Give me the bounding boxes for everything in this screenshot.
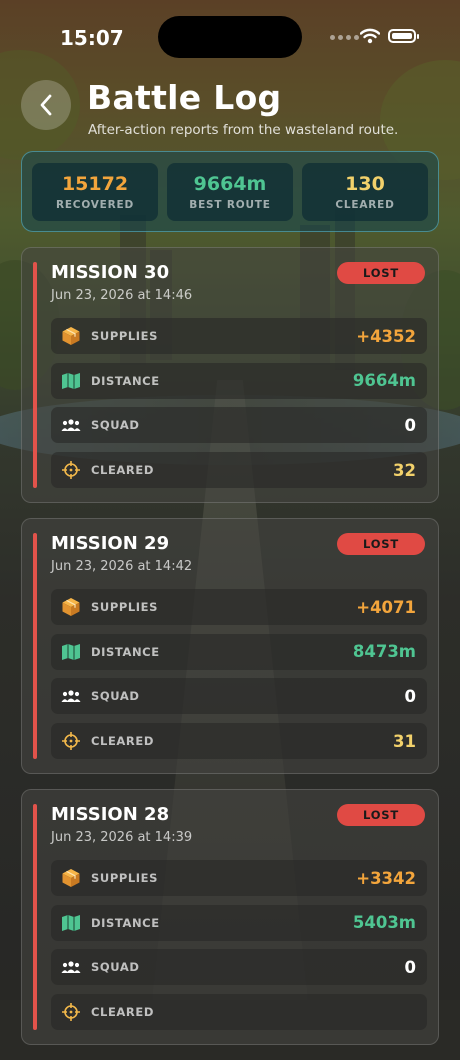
summary-label: CLEARED (335, 199, 395, 211)
stat-label: DISTANCE (91, 644, 160, 659)
summary-label: BEST ROUTE (189, 199, 271, 211)
stat-value: +4071 (356, 597, 416, 617)
stat-row-distance: DISTANCE 9664m (51, 362, 427, 399)
stat-row-supplies: SUPPLIES +3342 (51, 860, 427, 896)
stat-label: SUPPLIES (91, 871, 159, 885)
crosshair-icon (60, 459, 82, 481)
summary-cleared: 130 CLEARED (302, 163, 428, 221)
page-subtitle: After-action reports from the wasteland … (88, 122, 399, 138)
mission-name: MISSION 30 (51, 262, 170, 283)
mission-date: Jun 23, 2026 at 14:39 (51, 830, 193, 845)
stat-label: DISTANCE (91, 373, 160, 388)
summary-value: 9664m (193, 173, 267, 195)
stat-row-distance: DISTANCE 5403m (51, 904, 427, 941)
supplies-box-icon (60, 867, 82, 889)
squad-icon (60, 414, 82, 436)
map-icon (60, 912, 82, 934)
battery-icon (388, 29, 419, 43)
stat-label: SQUAD (91, 689, 140, 704)
result-accent-bar (33, 262, 37, 488)
summary-recovered: 15172 RECOVERED (32, 163, 158, 221)
stat-value: 0 (404, 957, 416, 977)
stat-label: SQUAD (91, 418, 140, 433)
stat-label: CLEARED (91, 1005, 154, 1020)
stat-value: +4352 (356, 326, 416, 346)
stat-row-squad: SQUAD 0 (51, 678, 427, 715)
mission-card[interactable]: MISSION 29 Jun 23, 2026 at 14:42 LOST SU… (21, 518, 439, 774)
stat-row-cleared: CLEARED 31 (51, 723, 427, 760)
squad-icon (60, 956, 82, 978)
mission-name: MISSION 29 (51, 533, 170, 554)
mission-name: MISSION 28 (51, 804, 170, 825)
dynamic-island (158, 16, 302, 58)
stat-label: DISTANCE (91, 915, 160, 930)
stat-label: CLEARED (91, 463, 154, 478)
summary-value: 130 (345, 173, 385, 195)
cellular-signal-icon (330, 35, 359, 40)
stat-value: 0 (404, 415, 416, 435)
result-accent-bar (33, 533, 37, 759)
stat-label: SUPPLIES (91, 329, 159, 343)
stat-label: SQUAD (91, 960, 140, 975)
mission-date: Jun 23, 2026 at 14:46 (51, 288, 193, 303)
status-time: 15:07 (60, 26, 124, 50)
stat-row-squad: SQUAD 0 (51, 407, 427, 444)
mission-card[interactable]: MISSION 28 Jun 23, 2026 at 14:39 LOST SU… (21, 789, 439, 1045)
stat-value: +3342 (356, 868, 416, 888)
page-title: Battle Log (87, 78, 282, 117)
summary-panel: 15172 RECOVERED 9664m BEST ROUTE 130 CLE… (21, 151, 439, 232)
stat-row-supplies: SUPPLIES +4071 (51, 589, 427, 625)
summary-label: RECOVERED (55, 199, 135, 211)
back-button[interactable] (21, 80, 71, 130)
mission-date: Jun 23, 2026 at 14:42 (51, 559, 193, 574)
crosshair-icon (60, 730, 82, 752)
stat-row-distance: DISTANCE 8473m (51, 633, 427, 670)
mission-card[interactable]: MISSION 30 Jun 23, 2026 at 14:46 LOST SU… (21, 247, 439, 503)
supplies-box-icon (60, 596, 82, 618)
stat-value: 31 (393, 731, 416, 751)
wifi-icon (360, 28, 380, 44)
stat-row-cleared: CLEARED (51, 994, 427, 1031)
result-badge: LOST (337, 533, 425, 555)
stat-label: SUPPLIES (91, 600, 159, 614)
stat-value: 9664m (352, 371, 416, 391)
result-accent-bar (33, 804, 37, 1030)
summary-value: 15172 (61, 173, 129, 195)
crosshair-icon (60, 1001, 82, 1023)
status-bar: 15:07 (0, 0, 460, 72)
mission-list[interactable]: MISSION 30 Jun 23, 2026 at 14:46 LOST SU… (21, 247, 439, 1060)
stat-value: 0 (404, 686, 416, 706)
map-icon (60, 641, 82, 663)
result-badge: LOST (337, 804, 425, 826)
stat-row-supplies: SUPPLIES +4352 (51, 318, 427, 354)
stat-row-cleared: CLEARED 32 (51, 452, 427, 489)
stat-row-squad: SQUAD 0 (51, 949, 427, 986)
map-icon (60, 370, 82, 392)
stat-value: 32 (393, 460, 416, 480)
chevron-left-icon (40, 94, 52, 116)
squad-icon (60, 685, 82, 707)
result-badge: LOST (337, 262, 425, 284)
stat-value: 5403m (352, 913, 416, 933)
stat-value: 8473m (352, 642, 416, 662)
summary-best-route: 9664m BEST ROUTE (167, 163, 293, 221)
supplies-box-icon (60, 325, 82, 347)
stat-label: CLEARED (91, 734, 154, 749)
